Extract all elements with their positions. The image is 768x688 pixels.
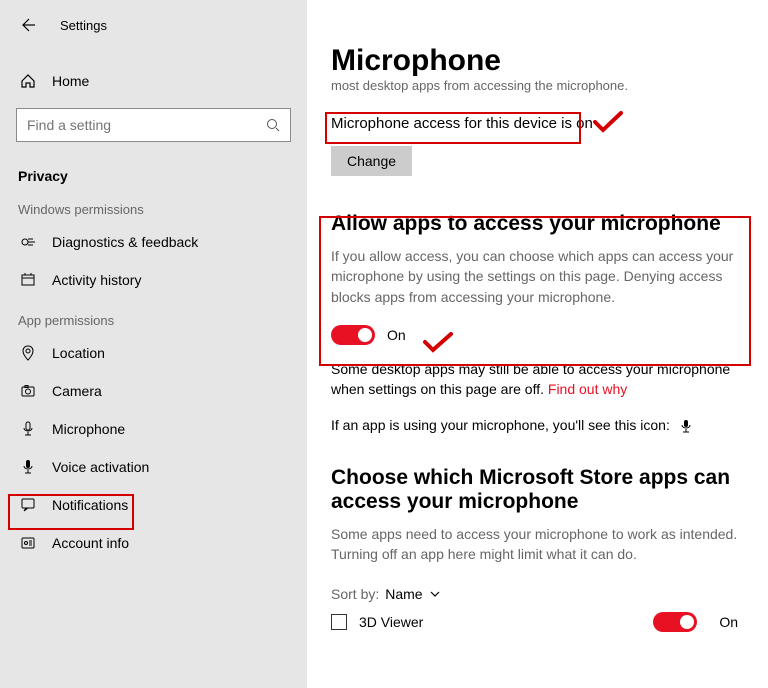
- allow-apps-toggle[interactable]: [331, 325, 375, 345]
- notifications-icon: [18, 497, 38, 513]
- location-label: Location: [52, 345, 105, 361]
- mic-in-use-note: If an app is using your microphone, you'…: [331, 415, 748, 435]
- group-header-windows-permissions: Windows permissions: [0, 188, 307, 223]
- search-input[interactable]: [27, 117, 227, 133]
- mic-access-status: Microphone access for this device is on: [331, 115, 748, 132]
- app-title: Settings: [60, 18, 107, 33]
- sidebar-item-account-info[interactable]: Account info: [0, 524, 307, 562]
- microphone-icon: [18, 421, 38, 437]
- home-label: Home: [52, 73, 89, 89]
- account-icon: [18, 535, 38, 551]
- account-label: Account info: [52, 535, 129, 551]
- sidebar-item-location[interactable]: Location: [0, 334, 307, 372]
- sidebar-item-activity-history[interactable]: Activity history: [0, 261, 307, 299]
- camera-label: Camera: [52, 383, 102, 399]
- activity-label: Activity history: [52, 272, 141, 288]
- change-button[interactable]: Change: [331, 146, 412, 176]
- app-toggle-3d-viewer[interactable]: [653, 612, 697, 632]
- feedback-icon: [18, 234, 38, 250]
- sort-by-value: Name: [385, 586, 422, 602]
- app-row-3d-viewer: 3D Viewer On: [331, 612, 748, 632]
- app-name-3d-viewer: 3D Viewer: [359, 614, 423, 630]
- sidebar-item-camera[interactable]: Camera: [0, 372, 307, 410]
- mic-indicator-icon: [680, 420, 692, 434]
- allow-apps-description: If you allow access, you can choose whic…: [331, 246, 748, 307]
- app-icon-3d-viewer: [331, 614, 347, 630]
- allow-apps-toggle-row: On: [331, 325, 748, 345]
- voice-label: Voice activation: [52, 459, 149, 475]
- find-out-why-link[interactable]: Find out why: [548, 381, 627, 397]
- sidebar-item-diagnostics[interactable]: Diagnostics & feedback: [0, 223, 307, 261]
- sidebar-item-notifications[interactable]: Notifications: [0, 486, 307, 524]
- location-icon: [18, 345, 38, 361]
- page-title: Microphone: [331, 44, 748, 78]
- notifications-label: Notifications: [52, 497, 128, 513]
- sidebar-item-voice-activation[interactable]: Voice activation: [0, 448, 307, 486]
- search-box[interactable]: [16, 108, 291, 142]
- choose-apps-description: Some apps need to access your microphone…: [331, 524, 748, 565]
- activity-icon: [18, 272, 38, 288]
- main-content: Microphone most desktop apps from access…: [307, 0, 768, 688]
- voice-icon: [18, 459, 38, 475]
- allow-apps-heading: Allow apps to access your microphone: [331, 212, 748, 236]
- app-toggle-state-3d-viewer: On: [719, 614, 738, 630]
- camera-icon: [18, 383, 38, 399]
- sort-by-control[interactable]: Sort by: Name: [331, 586, 748, 602]
- home-icon: [18, 73, 38, 89]
- section-label-privacy: Privacy: [0, 160, 307, 188]
- choose-apps-heading: Choose which Microsoft Store apps can ac…: [331, 466, 748, 514]
- sidebar-item-microphone[interactable]: Microphone: [0, 410, 307, 448]
- truncated-prior-text: most desktop apps from accessing the mic…: [331, 78, 748, 93]
- desktop-apps-note: Some desktop apps may still be able to a…: [331, 359, 748, 400]
- sidebar-topbar: Settings: [0, 16, 307, 34]
- chevron-down-icon: [429, 588, 441, 600]
- back-arrow-icon[interactable]: [18, 16, 36, 34]
- group-header-app-permissions: App permissions: [0, 299, 307, 334]
- allow-apps-toggle-state: On: [387, 327, 406, 343]
- search-icon: [266, 118, 280, 132]
- sidebar-item-home[interactable]: Home: [0, 62, 307, 100]
- settings-sidebar: Settings Home Privacy Windows permission…: [0, 0, 307, 688]
- diagnostics-label: Diagnostics & feedback: [52, 234, 198, 250]
- microphone-label: Microphone: [52, 421, 125, 437]
